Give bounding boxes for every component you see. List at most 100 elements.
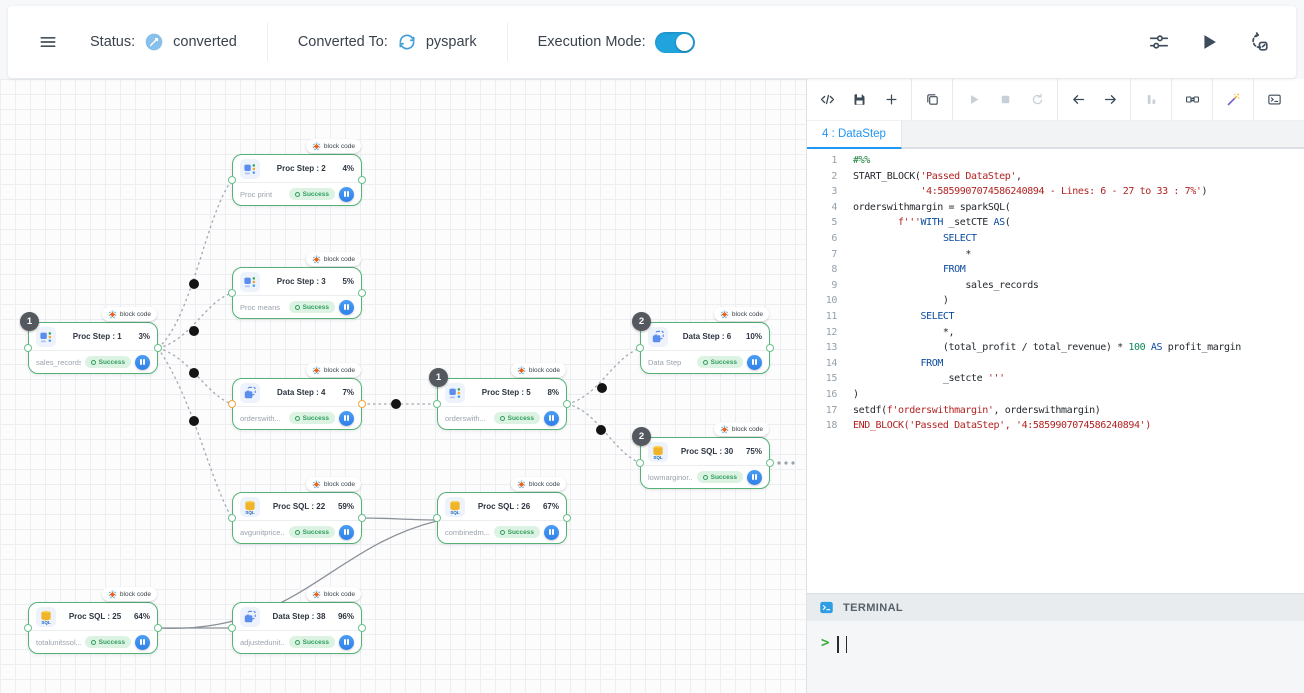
node-action-button[interactable]	[747, 470, 762, 485]
graph-node-26[interactable]: block codeSQLProc SQL : 2667%combinedm..…	[437, 492, 567, 544]
output-connector[interactable]	[358, 624, 366, 632]
code-line[interactable]: 14 FROM	[807, 356, 1304, 372]
edge-midpoint-dot[interactable]	[189, 368, 199, 378]
output-connector[interactable]	[563, 514, 571, 522]
input-connector[interactable]	[24, 624, 32, 632]
input-connector[interactable]	[228, 289, 236, 297]
edge-midpoint-dot[interactable]	[189, 416, 199, 426]
input-connector[interactable]	[433, 400, 441, 408]
compare-icon[interactable]	[1181, 89, 1203, 111]
input-connector[interactable]	[636, 459, 644, 467]
block-code-badge[interactable]: block code	[306, 252, 361, 266]
code-line[interactable]: 17setdf(f'orderswithmargin', orderswithm…	[807, 403, 1304, 419]
code-line[interactable]: 8 FROM	[807, 262, 1304, 278]
code-line[interactable]: 2START_BLOCK('Passed DataStep',	[807, 169, 1304, 185]
output-connector[interactable]	[358, 289, 366, 297]
code-line[interactable]: 9 sales_records	[807, 278, 1304, 294]
tune-icon[interactable]	[1148, 31, 1170, 53]
terminal-header[interactable]: TERMINAL	[807, 593, 1304, 621]
node-action-button[interactable]	[135, 635, 150, 650]
graph-node-2[interactable]: block codeProc Step : 24%Proc printSucce…	[232, 154, 362, 206]
run-icon[interactable]	[1198, 31, 1220, 53]
block-code-badge[interactable]: block code	[102, 307, 157, 321]
edge-midpoint-dot[interactable]	[597, 383, 607, 393]
block-code-badge[interactable]: block code	[102, 587, 157, 601]
output-connector[interactable]	[154, 624, 162, 632]
execution-mode-toggle[interactable]	[655, 32, 695, 53]
node-action-button[interactable]	[339, 187, 354, 202]
code-line[interactable]: 7 *	[807, 247, 1304, 263]
node-action-button[interactable]	[747, 355, 762, 370]
block-code-badge[interactable]: block code	[306, 477, 361, 491]
output-connector[interactable]	[358, 400, 366, 408]
output-connector[interactable]	[358, 176, 366, 184]
edge-midpoint-dot[interactable]	[189, 279, 199, 289]
input-connector[interactable]	[228, 514, 236, 522]
graph-node-30[interactable]: 2block codeSQLProc SQL : 3075%lowmargino…	[640, 437, 770, 489]
input-connector[interactable]	[636, 344, 644, 352]
graph-node-3[interactable]: block codeProc Step : 35%Proc meansSucce…	[232, 267, 362, 319]
input-connector[interactable]	[228, 176, 236, 184]
block-code-badge[interactable]: block code	[306, 139, 361, 153]
arrow-right-icon[interactable]	[1099, 89, 1121, 111]
output-connector[interactable]	[154, 344, 162, 352]
node-action-button[interactable]	[544, 525, 559, 540]
save-icon[interactable]	[848, 89, 870, 111]
code-line[interactable]: 18END_BLOCK('Passed DataStep', '4:585990…	[807, 418, 1304, 434]
code-line[interactable]: 3 '4:5859907074586240894 - Lines: 6 - 27…	[807, 184, 1304, 200]
edge-midpoint-dot[interactable]	[189, 326, 199, 336]
line-number: 12	[807, 325, 837, 341]
node-action-button[interactable]	[339, 411, 354, 426]
code-line[interactable]: 5 f'''WITH _setCTE AS(	[807, 215, 1304, 231]
node-action-button[interactable]	[339, 300, 354, 315]
graph-node-22[interactable]: block codeSQLProc SQL : 2259%avgunitpric…	[232, 492, 362, 544]
graph-node-6[interactable]: 2block codeData Step : 610%Data StepSucc…	[640, 322, 770, 374]
terminal-body[interactable]: >	[807, 621, 1304, 693]
output-connector[interactable]	[766, 459, 774, 467]
output-connector[interactable]	[358, 514, 366, 522]
code-line[interactable]: 4orderswithmargin = sparkSQL(	[807, 200, 1304, 216]
input-connector[interactable]	[228, 400, 236, 408]
block-code-badge[interactable]: block code	[511, 363, 566, 377]
add-icon[interactable]	[880, 89, 902, 111]
terminal-icon[interactable]	[1263, 89, 1285, 111]
block-code-badge[interactable]: block code	[306, 363, 361, 377]
graph-node-38[interactable]: block codeData Step : 3896%adjustedunit.…	[232, 602, 362, 654]
graph-node-4[interactable]: block codeData Step : 47%orderswith...Su…	[232, 378, 362, 430]
code-line[interactable]: 13 (total_profit / total_revenue) * 100 …	[807, 340, 1304, 356]
graph-node-25[interactable]: block codeSQLProc SQL : 2564%totalunitss…	[28, 602, 158, 654]
output-connector[interactable]	[766, 344, 774, 352]
block-code-badge[interactable]: block code	[306, 587, 361, 601]
node-action-button[interactable]	[135, 355, 150, 370]
input-connector[interactable]	[433, 514, 441, 522]
node-action-button[interactable]	[339, 635, 354, 650]
code-line[interactable]: 10 )	[807, 293, 1304, 309]
output-connector[interactable]	[563, 400, 571, 408]
copy-icon[interactable]	[921, 89, 943, 111]
magic-wand-icon[interactable]	[1222, 89, 1244, 111]
arrow-left-icon[interactable]	[1067, 89, 1089, 111]
code-line[interactable]: 6 SELECT	[807, 231, 1304, 247]
edge-midpoint-dot[interactable]	[391, 399, 401, 409]
node-action-button[interactable]	[544, 411, 559, 426]
code-line[interactable]: 11 SELECT	[807, 309, 1304, 325]
code-line[interactable]: 1#%%	[807, 153, 1304, 169]
tab-datastep[interactable]: 4 : DataStep	[807, 121, 902, 149]
code-editor[interactable]: 1#%%2START_BLOCK('Passed DataStep',3 '4:…	[807, 149, 1304, 593]
code-line[interactable]: 12 *,	[807, 325, 1304, 341]
edge-midpoint-dot[interactable]	[596, 425, 606, 435]
block-code-badge[interactable]: block code	[714, 422, 769, 436]
code-icon[interactable]	[816, 89, 838, 111]
code-line[interactable]: 15 _setcte '''	[807, 371, 1304, 387]
block-code-badge[interactable]: block code	[511, 477, 566, 491]
graph-node-1[interactable]: 1block codeProc Step : 13%sales_recordsS…	[28, 322, 158, 374]
block-code-badge[interactable]: block code	[714, 307, 769, 321]
layout-icon[interactable]	[1248, 31, 1270, 53]
code-line[interactable]: 16)	[807, 387, 1304, 403]
graph-canvas[interactable]: 1block codeProc Step : 13%sales_recordsS…	[0, 79, 806, 693]
graph-node-5[interactable]: 1block codeProc Step : 58%orderswith...S…	[437, 378, 567, 430]
input-connector[interactable]	[228, 624, 236, 632]
menu-icon[interactable]	[38, 32, 58, 52]
input-connector[interactable]	[24, 344, 32, 352]
node-action-button[interactable]	[339, 525, 354, 540]
